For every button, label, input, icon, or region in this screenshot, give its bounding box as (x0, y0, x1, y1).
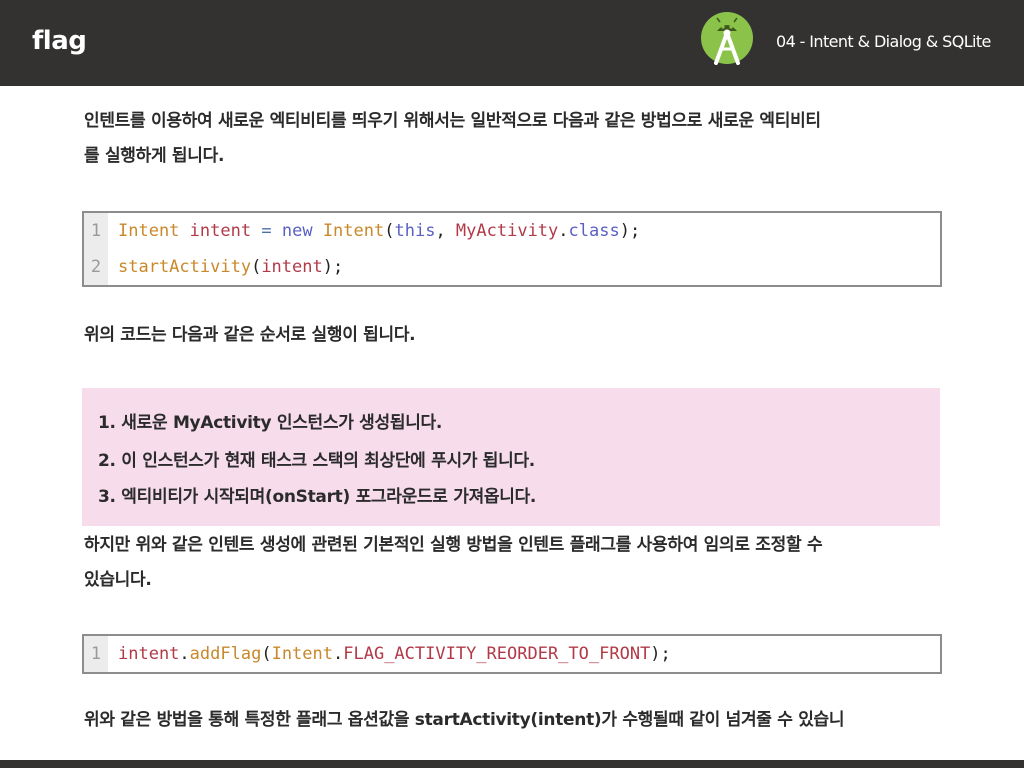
code-line: 1 Intent intent = new Intent(this, MyAct… (84, 213, 940, 249)
code-token: Intent (322, 221, 385, 241)
code-token: intent (261, 257, 323, 277)
slide-header: flag 04 - Intent & Dialog & SQLite (0, 0, 1024, 86)
code-line: 1 intent.addFlag(Intent.FLAG_ACTIVITY_RE… (84, 636, 940, 672)
code-token: addFlag (189, 644, 262, 664)
code-token: ); (322, 257, 344, 277)
code-text: startActivity(intent); (118, 249, 343, 285)
flag-intro-paragraph-line-1: 하지만 위와 같은 인텐트 생성에 관련된 기본적인 실행 방법을 인텐트 플래… (84, 535, 823, 555)
code-block-add-flag: 1 intent.addFlag(Intent.FLAG_ACTIVITY_RE… (82, 634, 942, 674)
line-number: 1 (84, 213, 108, 249)
code-token: intent (118, 644, 180, 664)
code-token: FLAG_ACTIVITY_REORDER_TO_FRONT (343, 644, 651, 664)
code-token: ); (619, 221, 641, 241)
execution-steps-note: 1. 새로운 MyActivity 인스턴스가 생성됩니다. 2. 이 인스턴스… (82, 388, 940, 526)
note-list-item: 3. 엑티비티가 시작되며(onStart) 포그라운드로 가져옵니다. (98, 487, 537, 507)
flag-intro-paragraph: 하지만 위와 같은 인텐트 생성에 관련된 기본적인 실행 방법을 인텐트 플래… (84, 528, 950, 598)
code-token: this (394, 221, 436, 241)
slide-footer-bar (0, 760, 1024, 768)
code-token: Intent (118, 221, 180, 241)
code-token: ( (261, 644, 272, 664)
code-token: ( (384, 221, 395, 241)
code-token: new (281, 221, 313, 241)
code-token: intent (189, 221, 252, 241)
code-line: 2 startActivity(intent); (84, 249, 940, 285)
code-token: Intent (271, 644, 333, 664)
intro-paragraph-line-1: 인텐트를 이용하여 새로운 엑티비티를 띄우기 위해서는 일반적으로 다음과 같… (84, 111, 821, 131)
line-number: 2 (84, 249, 108, 285)
note-list-item: 1. 새로운 MyActivity 인스턴스가 생성됩니다. (98, 413, 443, 433)
intro-paragraph: 인텐트를 이용하여 새로운 엑티비티를 띄우기 위해서는 일반적으로 다음과 같… (84, 104, 950, 174)
note-list-item: 2. 이 인스턴스가 현재 태스크 스택의 최상단에 푸시가 됩니다. (98, 451, 535, 471)
execution-order-paragraph: 위의 코드는 다음과 같은 순서로 실행이 됩니다. (84, 325, 416, 345)
line-number: 1 (84, 636, 108, 672)
code-token: = (261, 221, 272, 241)
slide-title: flag (32, 26, 87, 56)
flag-option-paragraph: 위와 같은 방법을 통해 특정한 플래그 옵션값을 startActivity(… (84, 710, 845, 730)
slide-section-label: 04 - Intent & Dialog & SQLite (776, 32, 991, 51)
flag-intro-paragraph-line-2: 있습니다. (84, 570, 152, 590)
code-token: , (435, 221, 456, 241)
code-token: . (558, 221, 569, 241)
code-token: . (179, 644, 190, 664)
code-token: . (333, 644, 344, 664)
intro-paragraph-line-2: 를 실행하게 됩니다. (84, 146, 225, 166)
code-token: class (568, 221, 620, 241)
code-block-start-activity: 1 Intent intent = new Intent(this, MyAct… (82, 211, 942, 287)
code-token: startActivity (118, 257, 252, 277)
android-studio-icon (701, 12, 753, 65)
code-text: Intent intent = new Intent(this, MyActiv… (118, 213, 640, 249)
code-token: ( (251, 257, 262, 277)
code-token: ); (650, 644, 671, 664)
code-token: MyActivity (455, 221, 559, 241)
code-text: intent.addFlag(Intent.FLAG_ACTIVITY_REOR… (118, 636, 671, 672)
